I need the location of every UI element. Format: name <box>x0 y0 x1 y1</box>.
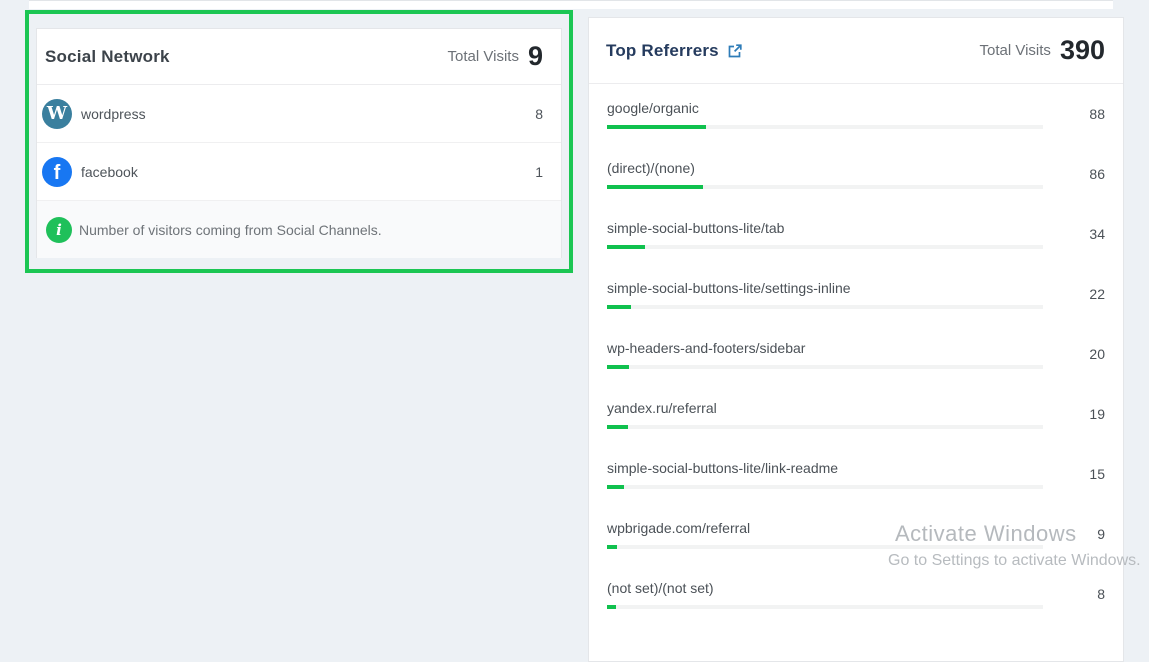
referrer-label: simple-social-buttons-lite/settings-inli… <box>607 280 1043 296</box>
referrer-value: 22 <box>1053 286 1105 302</box>
referrers-total-visits-label: Total Visits <box>980 42 1051 59</box>
social-network-row: f facebook 1 <box>37 143 561 201</box>
referrer-label: yandex.ru/referral <box>607 400 1043 416</box>
referrer-label: wp-headers-and-footers/sidebar <box>607 340 1043 356</box>
social-panel-header: Social Network Total Visits 9 <box>37 29 561 85</box>
referrer-bar-fill <box>607 545 617 549</box>
cutoff-card-strip <box>29 0 1113 9</box>
referrer-bar-track <box>607 365 1043 369</box>
referrer-bar-fill <box>607 245 645 249</box>
referrers-total-visits-value: 390 <box>1060 37 1105 64</box>
top-referrers-panel: Top Referrers Total Visits 390 google/or… <box>588 17 1124 662</box>
referrer-bar-fill <box>607 365 629 369</box>
referrer-bar-track <box>607 425 1043 429</box>
social-panel-title: Social Network <box>45 47 170 67</box>
referrer-label: google/organic <box>607 100 1043 116</box>
social-network-row: W wordpress 8 <box>37 85 561 143</box>
referrer-value: 86 <box>1053 166 1105 182</box>
referrer-bar-track <box>607 545 1043 549</box>
external-link-icon[interactable] <box>727 43 743 59</box>
referrer-bar-track <box>607 245 1043 249</box>
referrer-label: wpbrigade.com/referral <box>607 520 1043 536</box>
referrer-rows: google/organic 88 (direct)/(none) 86 sim… <box>589 84 1123 624</box>
referrers-panel-title: Top Referrers <box>606 41 719 61</box>
referrer-bar-fill <box>607 605 616 609</box>
referrer-value: 20 <box>1053 346 1105 362</box>
referrer-value: 15 <box>1053 466 1105 482</box>
social-network-value: 8 <box>535 106 543 122</box>
referrer-bar-track <box>607 485 1043 489</box>
info-icon: i <box>46 217 72 243</box>
social-total-visits-value: 9 <box>528 43 543 70</box>
referrer-bar-fill <box>607 305 631 309</box>
referrer-bar-fill <box>607 485 624 489</box>
referrer-row: yandex.ru/referral 19 <box>589 384 1123 444</box>
social-network-panel: Social Network Total Visits 9 W wordpres… <box>36 28 562 258</box>
referrer-value: 9 <box>1053 526 1105 542</box>
referrer-bar-fill <box>607 185 703 189</box>
wordpress-icon: W <box>42 99 72 129</box>
social-rows: W wordpress 8 f facebook 1 <box>37 85 561 201</box>
social-network-label: wordpress <box>81 106 535 122</box>
social-panel-footer: i Number of visitors coming from Social … <box>37 201 561 258</box>
referrer-row: (not set)/(not set) 8 <box>589 564 1123 624</box>
referrers-total-visits: Total Visits 390 <box>980 37 1105 64</box>
referrer-value: 19 <box>1053 406 1105 422</box>
social-panel-note: Number of visitors coming from Social Ch… <box>79 222 382 238</box>
referrer-bar-fill <box>607 125 706 129</box>
referrer-bar-fill <box>607 425 628 429</box>
referrer-bar-track <box>607 305 1043 309</box>
referrer-label: (direct)/(none) <box>607 160 1043 176</box>
referrer-label: simple-social-buttons-lite/tab <box>607 220 1043 236</box>
referrer-row: simple-social-buttons-lite/settings-inli… <box>589 264 1123 324</box>
referrer-row: simple-social-buttons-lite/link-readme 1… <box>589 444 1123 504</box>
facebook-icon: f <box>42 157 72 187</box>
social-network-label: facebook <box>81 164 535 180</box>
referrer-row: (direct)/(none) 86 <box>589 144 1123 204</box>
social-total-visits: Total Visits 9 <box>448 43 543 70</box>
referrer-bar-track <box>607 605 1043 609</box>
referrer-value: 88 <box>1053 106 1105 122</box>
referrer-bar-track <box>607 185 1043 189</box>
social-total-visits-label: Total Visits <box>448 48 519 65</box>
referrer-label: simple-social-buttons-lite/link-readme <box>607 460 1043 476</box>
referrer-bar-track <box>607 125 1043 129</box>
referrer-row: wp-headers-and-footers/sidebar 20 <box>589 324 1123 384</box>
referrer-row: wpbrigade.com/referral 9 <box>589 504 1123 564</box>
referrer-row: simple-social-buttons-lite/tab 34 <box>589 204 1123 264</box>
social-network-value: 1 <box>535 164 543 180</box>
referrer-row: google/organic 88 <box>589 84 1123 144</box>
referrer-label: (not set)/(not set) <box>607 580 1043 596</box>
referrers-panel-header: Top Referrers Total Visits 390 <box>589 18 1123 84</box>
referrer-value: 34 <box>1053 226 1105 242</box>
referrer-value: 8 <box>1053 586 1105 602</box>
